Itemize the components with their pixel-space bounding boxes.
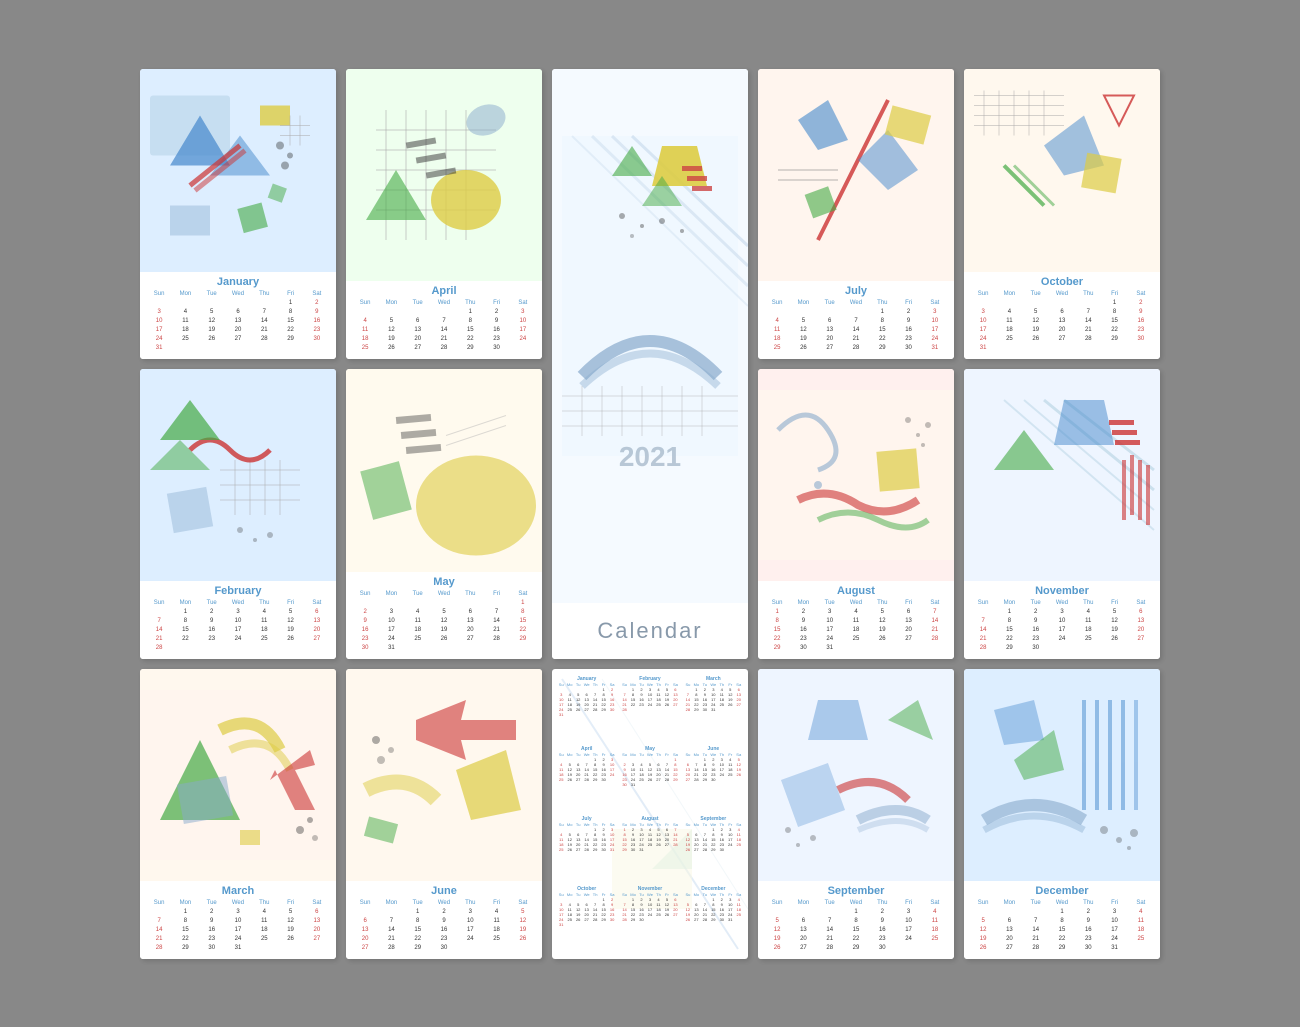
svg-text:2021: 2021 — [619, 441, 681, 472]
year-september: September SuMoTuWeThFrSa 1234 567891011 … — [683, 815, 744, 883]
december-info: December SunMonTueWedThuFriSat 1234 5678… — [964, 881, 1160, 959]
december-card: December SunMonTueWedThuFriSat 1234 5678… — [964, 669, 1160, 959]
june-label: June — [352, 885, 536, 897]
june-info: June SunMonTueWedThuFriSat 12345 6789101… — [346, 881, 542, 959]
april-info: April SunMonTueWedThuFriSat 123 45678910… — [346, 281, 542, 359]
year-october: October SuMoTuWeThFrSa 12 3456789 101112… — [556, 885, 617, 953]
may-label: May — [352, 576, 536, 588]
july-label: July — [764, 285, 948, 297]
year-august: August SuMoTuWeThFrSa 1234567 8910111213… — [619, 815, 680, 883]
cover-art: 2021 — [552, 69, 748, 603]
june-card: June SunMonTueWedThuFriSat 12345 6789101… — [346, 669, 542, 959]
august-info: August SunMonTueWedThuFriSat 1234567 891… — [758, 581, 954, 659]
year-april: April SuMoTuWeThFrSa 123 45678910 111213… — [556, 745, 617, 813]
july-headers: SunMonTueWedThuFriSat — [764, 300, 948, 306]
april-card: April SunMonTueWedThuFriSat 123 45678910… — [346, 69, 542, 359]
february-art — [140, 369, 336, 581]
january-info: January SunMonTueWedThuFriSat 12 3456789… — [140, 272, 336, 359]
year-november: November SuMoTuWeThFrSa 123456 789101112… — [619, 885, 680, 953]
february-label: February — [146, 585, 330, 597]
april-headers: SunMonTueWedThuFriSat — [352, 300, 536, 306]
cover-title: Calendar — [567, 618, 733, 644]
march-card: March SunMonTueWedThuFriSat 123456 78910… — [140, 669, 336, 959]
august-art — [758, 369, 954, 581]
august-card: August SunMonTueWedThuFriSat 1234567 891… — [758, 369, 954, 659]
december-days: 1234 567891011 12131415161718 1920212223… — [970, 908, 1154, 953]
may-art — [346, 369, 542, 572]
october-label: October — [970, 276, 1154, 288]
october-card: October SunMonTueWedThuFriSat 12 3456789… — [964, 69, 1160, 359]
august-label: August — [764, 585, 948, 597]
august-days: 1234567 891011121314 15161718192021 2223… — [764, 608, 948, 653]
year-june: June SuMoTuWeThFrSa 12345 6789101112 131… — [683, 745, 744, 813]
may-info: May SunMonTueWedThuFriSat 1 2345678 9101… — [346, 572, 542, 659]
october-days: 12 3456789 10111213141516 17181920212223… — [970, 299, 1154, 353]
january-label: January — [146, 276, 330, 288]
march-info: March SunMonTueWedThuFriSat 123456 78910… — [140, 881, 336, 959]
february-info: February SunMonTueWedThuFriSat 123456 78… — [140, 581, 336, 659]
may-card: May SunMonTueWedThuFriSat 1 2345678 9101… — [346, 369, 542, 659]
may-days: 1 2345678 9101112131415 16171819202122 2… — [352, 599, 536, 653]
january-headers: SunMonTueWedThuFriSat — [146, 291, 330, 297]
october-art — [964, 69, 1160, 272]
january-art — [140, 69, 336, 272]
march-art — [140, 669, 336, 881]
april-days: 123 45678910 11121314151617 181920212223… — [352, 308, 536, 353]
october-info: October SunMonTueWedThuFriSat 12 3456789… — [964, 272, 1160, 359]
september-headers: SunMonTueWedThuFriSat — [764, 900, 948, 906]
september-info: September SunMonTueWedThuFriSat 1234 567… — [758, 881, 954, 959]
november-days: 123456 78910111213 14151617181920 212223… — [970, 608, 1154, 653]
april-art — [346, 69, 542, 281]
may-headers: SunMonTueWedThuFriSat — [352, 591, 536, 597]
year-january: January SuMoTuWeThFrSa 12 3456789 101112… — [556, 675, 617, 743]
february-headers: SunMonTueWedThuFriSat — [146, 600, 330, 606]
february-days: 123456 78910111213 14151617181920 212223… — [146, 608, 330, 653]
november-label: November — [970, 585, 1154, 597]
year-march: March SuMoTuWeThFrSa 123456 78910111213 … — [683, 675, 744, 743]
november-info: November SunMonTueWedThuFriSat 123456 78… — [964, 581, 1160, 659]
july-card: July SunMonTueWedThuFriSat 123 45678910 … — [758, 69, 954, 359]
march-label: March — [146, 885, 330, 897]
cover-card: 2021 Calendar — [552, 69, 748, 659]
june-days: 12345 6789101112 13141516171819 20212223… — [352, 908, 536, 953]
september-label: September — [764, 885, 948, 897]
year-december: December SuMoTuWeThFrSa 1234 567891011 1… — [683, 885, 744, 953]
december-art — [964, 669, 1160, 881]
june-headers: SunMonTueWedThuFriSat — [352, 900, 536, 906]
december-headers: SunMonTueWedThuFriSat — [970, 900, 1154, 906]
september-card: September SunMonTueWedThuFriSat 1234 567… — [758, 669, 954, 959]
august-headers: SunMonTueWedThuFriSat — [764, 600, 948, 606]
december-label: December — [970, 885, 1154, 897]
july-info: July SunMonTueWedThuFriSat 123 45678910 … — [758, 281, 954, 359]
july-days: 123 45678910 11121314151617 181920212223… — [764, 308, 948, 353]
september-art — [758, 669, 954, 881]
march-days: 123456 78910111213 14151617181920 212223… — [146, 908, 330, 953]
july-art — [758, 69, 954, 281]
year-july: July SuMoTuWeThFrSa 123 45678910 1112131… — [556, 815, 617, 883]
year-overview-card: January SuMoTuWeThFrSa 12 3456789 101112… — [552, 669, 748, 959]
june-art — [346, 669, 542, 881]
february-card: February SunMonTueWedThuFriSat 123456 78… — [140, 369, 336, 659]
year-february: February SuMoTuWeThFrSa 123456 789101112… — [619, 675, 680, 743]
november-card: November SunMonTueWedThuFriSat 123456 78… — [964, 369, 1160, 659]
january-card: January SunMonTueWedThuFriSat 12 3456789… — [140, 69, 336, 359]
cover-bottom: Calendar — [552, 603, 748, 659]
october-headers: SunMonTueWedThuFriSat — [970, 291, 1154, 297]
year-may: May SuMoTuWeThFrSa 1 2345678 91011121314… — [619, 745, 680, 813]
november-headers: SunMonTueWedThuFriSat — [970, 600, 1154, 606]
january-days: 12 3456789 10111213141516 17181920212223… — [146, 299, 330, 353]
september-days: 1234 567891011 12131415161718 1920212223… — [764, 908, 948, 953]
april-label: April — [352, 285, 536, 297]
year-grid: January SuMoTuWeThFrSa 12 3456789 101112… — [556, 675, 744, 953]
march-headers: SunMonTueWedThuFriSat — [146, 900, 330, 906]
november-art — [964, 369, 1160, 581]
